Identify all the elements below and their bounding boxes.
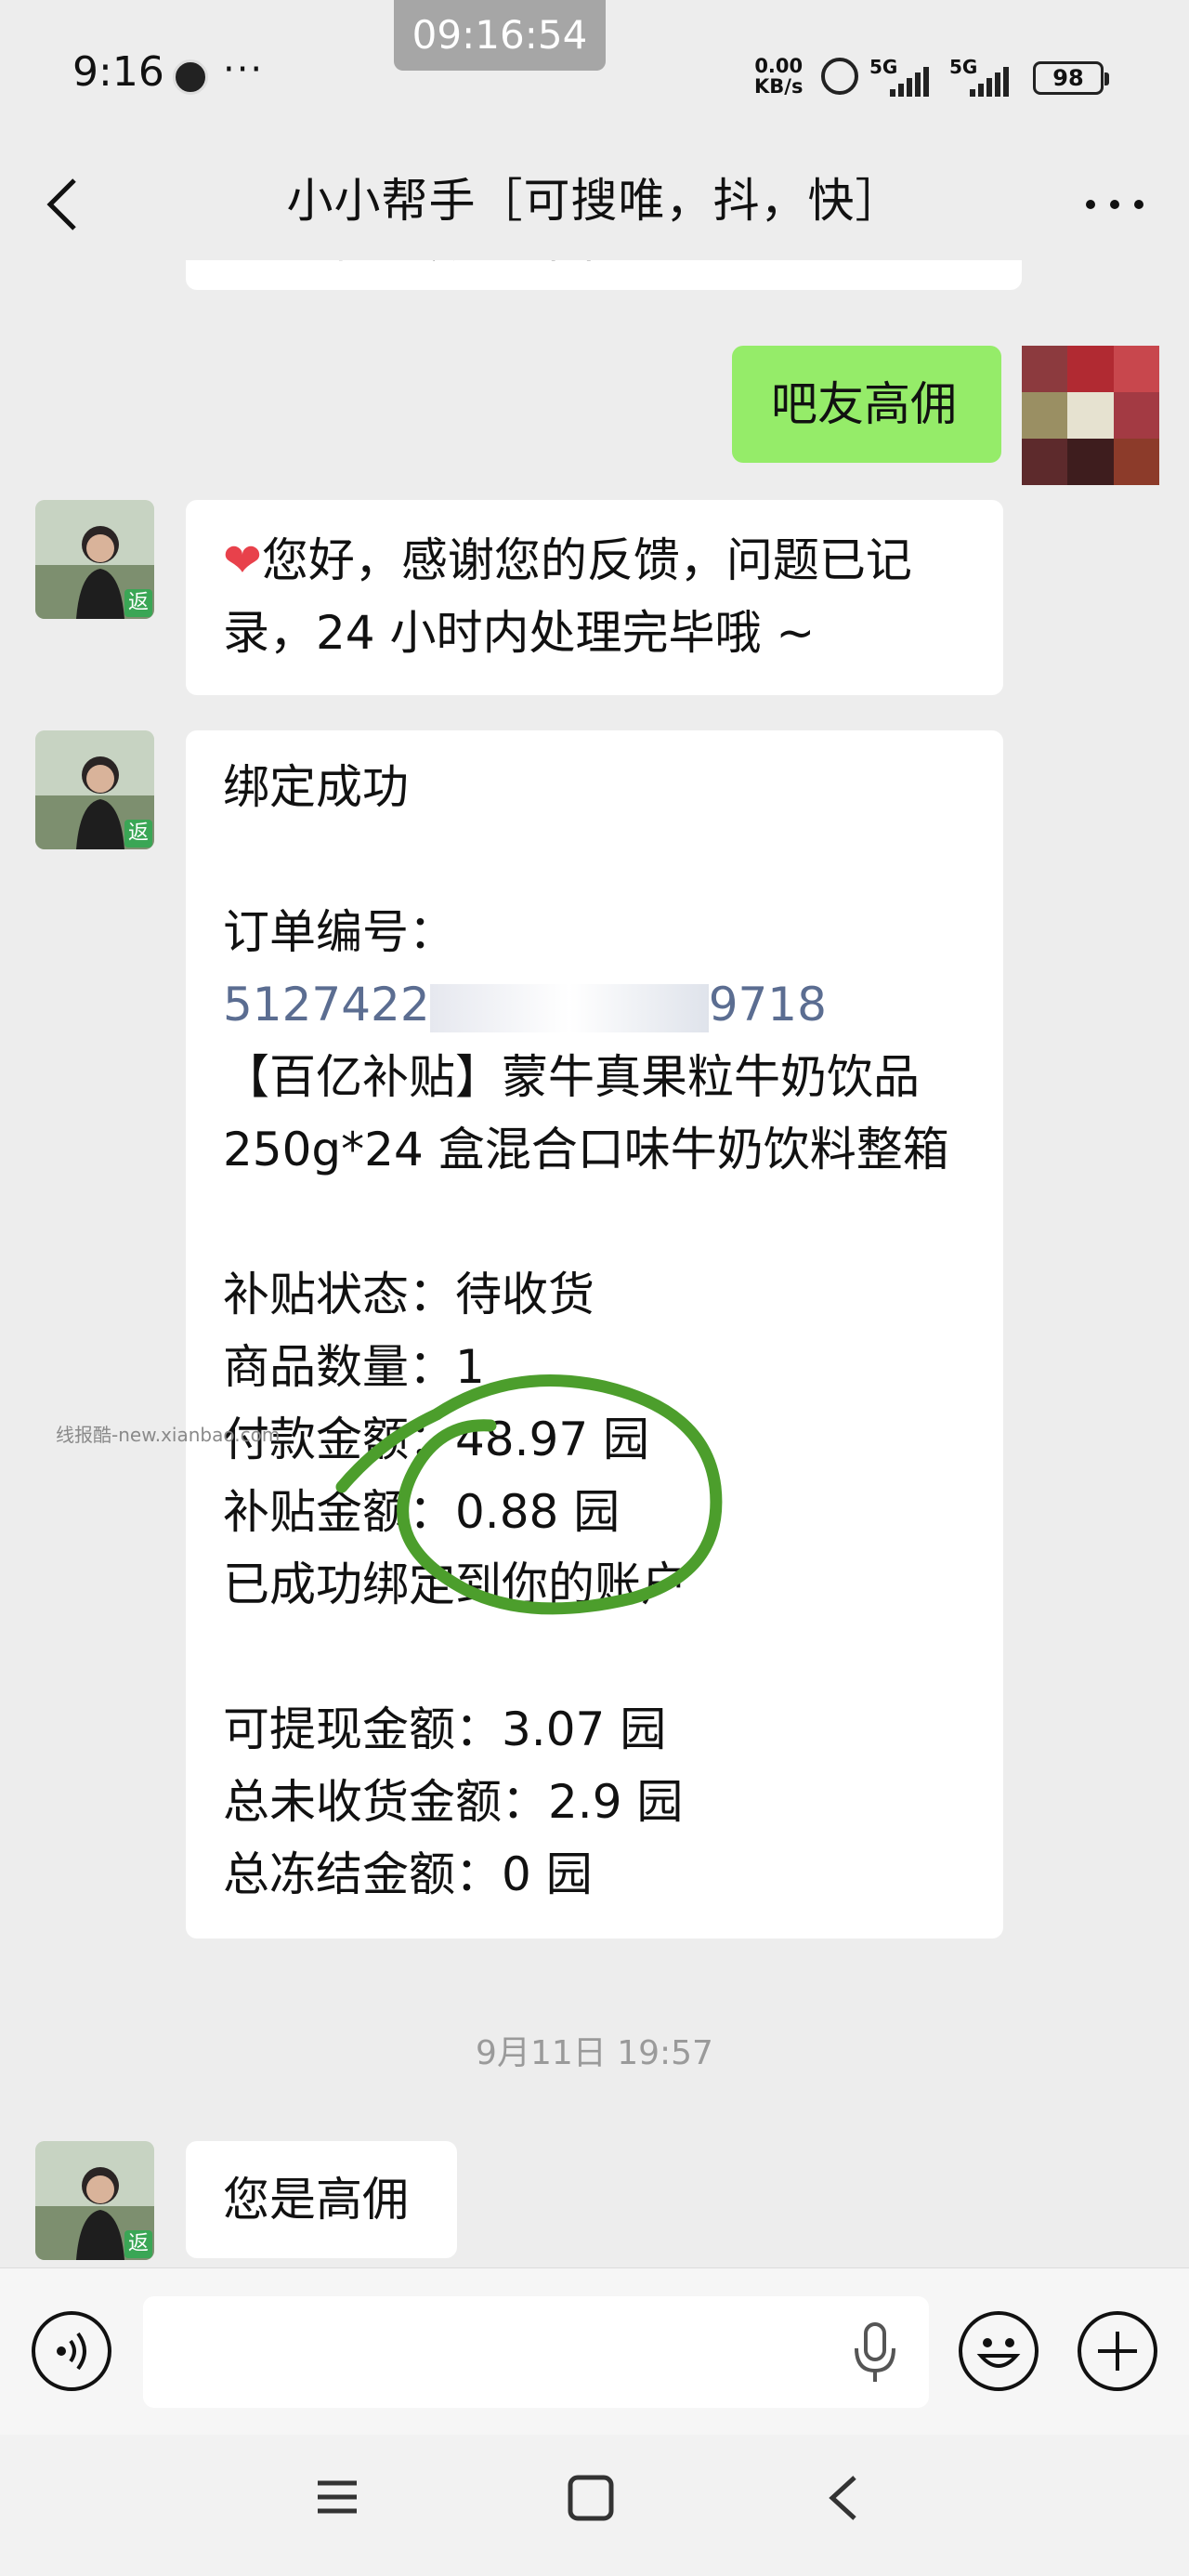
microphone-icon[interactable] — [849, 2320, 901, 2385]
alarm-icon — [821, 58, 858, 95]
annotation-circle — [335, 1373, 723, 1615]
avatar[interactable]: 返 — [35, 2141, 154, 2260]
self-avatar[interactable] — [1022, 346, 1159, 485]
subsidy-status: 补贴状态：待收货 — [223, 1268, 594, 1321]
screenshot-timestamp: 09:16:54 — [394, 0, 606, 71]
menu-icon[interactable] — [314, 2474, 360, 2520]
message-bubble-received[interactable]: ❤您好，感谢您的反馈，问题已记 录，24 小时内处理完毕哦 ~ — [186, 500, 1003, 695]
avatar-badge: 返 — [124, 589, 152, 617]
message-bubble-received[interactable]: 您是高佣 — [186, 2141, 457, 2258]
emoji-icon[interactable] — [959, 2311, 1039, 2391]
signal-icon-sim2: 5G — [949, 56, 1020, 97]
clock: 9:16 — [72, 48, 164, 96]
system-nav-bar — [0, 2435, 1189, 2576]
bind-status: 绑定成功 — [223, 760, 409, 814]
message-input-bar — [0, 2267, 1189, 2436]
unreceived-amount: 总未收货金额：2.9 园 — [223, 1775, 684, 1829]
message-text: 吧友高佣 — [771, 377, 957, 431]
time-divider: 9月11日 19:57 — [476, 2034, 713, 2072]
heart-icon: ❤ — [223, 533, 262, 587]
voice-toggle-icon[interactable] — [32, 2311, 111, 2391]
chat-header: 小小帮手［可搜唯，抖，快］ — [0, 149, 1189, 260]
plus-icon[interactable] — [1078, 2311, 1157, 2391]
watermark: 线报酷-new.xianbao.com — [56, 1424, 281, 1446]
notification-more: ··· — [223, 48, 265, 91]
battery-indicator: 98 — [1033, 61, 1109, 95]
product-spec: 250g*24 盒混合口味牛奶饮料整箱 — [223, 1123, 949, 1176]
home-icon[interactable] — [567, 2474, 615, 2522]
message-input[interactable] — [143, 2296, 929, 2408]
network-speed: 0.00 KB/s — [754, 55, 804, 98]
avatar-badge: 返 — [124, 820, 152, 848]
signal-icon-sim1: 5G — [869, 56, 940, 97]
avatar-badge: 返 — [124, 2230, 152, 2258]
withdrawable-amount: 可提现金额：3.07 园 — [223, 1702, 667, 1756]
message-list[interactable]: 总冻结金额：0 园 吧友高佣 返 ❤您好，感谢您的反馈，问题已记 录，24 小时… — [0, 260, 1189, 2267]
chat-title: 小小帮手［可搜唯，抖，快］ — [286, 174, 903, 228]
product-name: 【百亿补贴】蒙牛真果粒牛奶饮品 — [223, 1050, 920, 1104]
message-bubble-partial[interactable]: 总冻结金额：0 园 — [186, 260, 1022, 290]
message-bubble-sent[interactable]: 吧友高佣 — [732, 346, 1001, 463]
nav-back-icon[interactable] — [825, 2472, 862, 2524]
frozen-amount: 总冻结金额：0 园 — [223, 1847, 593, 1901]
order-number-label: 订单编号： — [223, 905, 455, 959]
more-icon[interactable] — [1078, 177, 1152, 232]
avatar[interactable]: 返 — [35, 500, 154, 619]
avatar[interactable]: 返 — [35, 730, 154, 849]
record-icon — [173, 59, 208, 95]
order-number[interactable]: 5127422 9718 — [223, 968, 966, 1041]
redacted-region — [429, 983, 709, 1032]
status-bar: 09:16:54 9:16 ··· 0.00 KB/s 5G 5G 98 — [0, 0, 1189, 149]
